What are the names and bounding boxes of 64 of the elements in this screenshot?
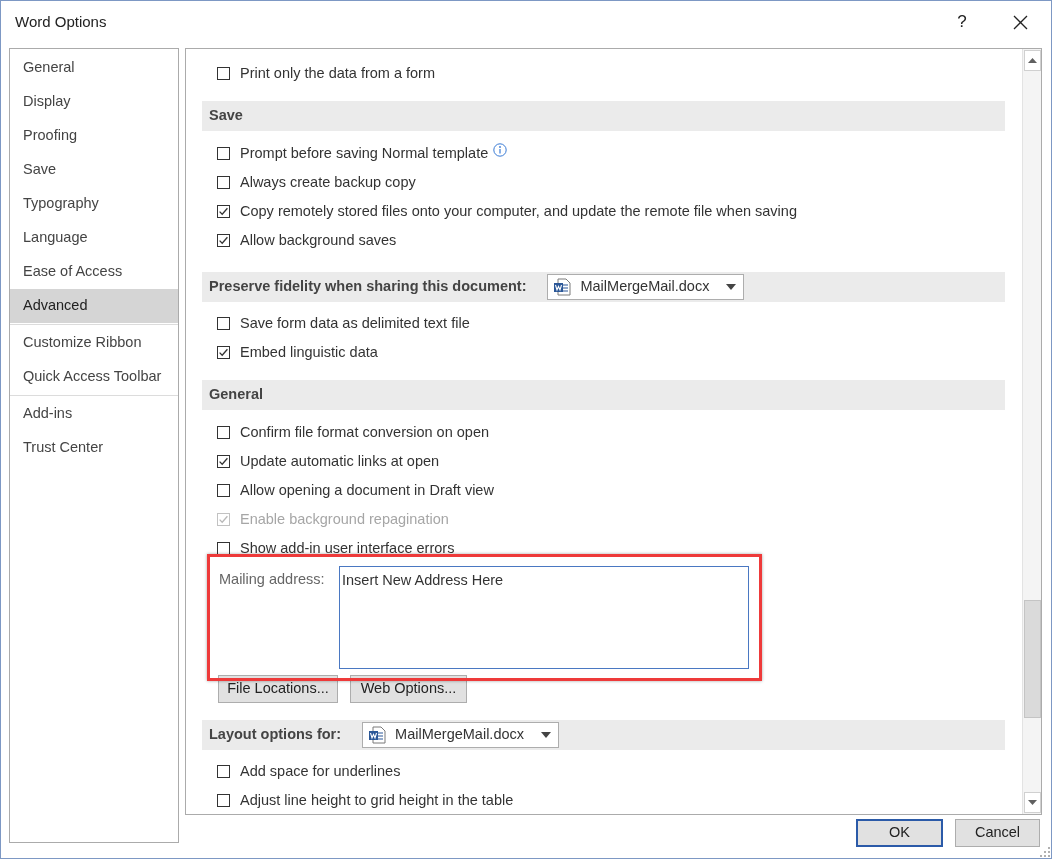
scroll-thumb[interactable] <box>1023 600 1041 718</box>
checkbox[interactable] <box>217 346 230 359</box>
sidebar-item[interactable]: Add-ins <box>10 397 178 431</box>
sidebar-item[interactable]: Proofing <box>10 119 178 153</box>
sidebar-item[interactable]: Customize Ribbon <box>10 326 178 360</box>
sidebar-item[interactable]: Quick Access Toolbar <box>10 360 178 394</box>
checkbox[interactable] <box>217 426 230 439</box>
option-label: Adjust line height to grid height in the table <box>240 790 514 810</box>
checkbox[interactable] <box>217 317 230 330</box>
up-arrow-icon <box>1027 58 1037 63</box>
scroll-up-button[interactable] <box>1023 50 1041 71</box>
option-label: Confirm file format conversion on open <box>240 422 490 442</box>
section-title: General <box>209 385 263 405</box>
option-label: Always create backup copy <box>240 172 416 192</box>
section-title: Save <box>209 106 243 126</box>
checkbox[interactable] <box>217 484 230 497</box>
help-button[interactable]: ? <box>939 6 985 38</box>
checkbox[interactable] <box>217 205 230 218</box>
option-label: Update automatic links at open <box>240 451 440 471</box>
checkbox[interactable] <box>217 765 230 778</box>
checkbox[interactable] <box>217 542 230 555</box>
address-field[interactable]: Insert New Address Here <box>339 566 749 669</box>
sidebar-item[interactable]: Display <box>10 85 178 119</box>
close-icon <box>1012 14 1028 30</box>
option-label: Allow background saves <box>240 230 397 250</box>
checkbox[interactable] <box>217 176 230 189</box>
option-label: Print only the data from a form <box>240 63 436 83</box>
document-icon <box>553 278 572 296</box>
sidebar-item[interactable]: Ease of Access <box>10 255 178 289</box>
caret-icon <box>726 284 737 290</box>
option-label: Enable background repagination <box>240 509 449 529</box>
option-label: Save form data as delimited text file <box>240 313 470 333</box>
sidebar-item[interactable]: Save <box>10 153 178 187</box>
option-label: Copy remotely stored files onto your computer, and update the remote file when saving <box>240 201 797 221</box>
dialog-button[interactable]: OK <box>856 819 943 847</box>
checkbox[interactable] <box>217 455 230 468</box>
section-title: Layout options for: <box>209 725 342 745</box>
option-label: Allow opening a document in Draft view <box>240 480 494 500</box>
sidebar-item[interactable]: Trust Center <box>10 431 178 465</box>
section-title: Preserve fidelity when sharing this document: <box>209 277 527 297</box>
option-label: Embed linguistic data <box>240 342 378 362</box>
checkbox[interactable] <box>217 794 230 807</box>
checkbox[interactable] <box>217 67 230 80</box>
file-dropdown[interactable]: MailMergeMail.docx <box>547 274 745 300</box>
option-label: Add space for underlines <box>240 761 401 781</box>
resize-grip-icon <box>1040 847 1050 857</box>
option-label: Show add-in user interface errors <box>240 538 455 558</box>
document-icon <box>368 726 387 744</box>
sidebar-item[interactable]: General <box>10 51 178 85</box>
action-button[interactable]: File Locations... <box>218 675 338 703</box>
sidebar-item[interactable]: Language <box>10 221 178 255</box>
down-arrow-icon <box>1027 800 1037 805</box>
window-title: Word Options <box>15 11 107 32</box>
caret-icon <box>541 732 552 738</box>
sidebar-item[interactable]: Typography <box>10 187 178 221</box>
checkbox[interactable] <box>217 234 230 247</box>
field-label: Mailing address: <box>219 570 326 589</box>
option-label: Prompt before saving Normal template <box>240 143 489 163</box>
checkbox[interactable] <box>217 147 230 160</box>
file-dropdown[interactable]: MailMergeMail.docx <box>362 722 560 748</box>
action-button[interactable]: Web Options... <box>350 675 467 703</box>
dialog-button[interactable]: Cancel <box>955 819 1040 847</box>
sidebar-item[interactable]: Advanced <box>10 289 178 323</box>
scroll-down-button[interactable] <box>1023 792 1041 813</box>
